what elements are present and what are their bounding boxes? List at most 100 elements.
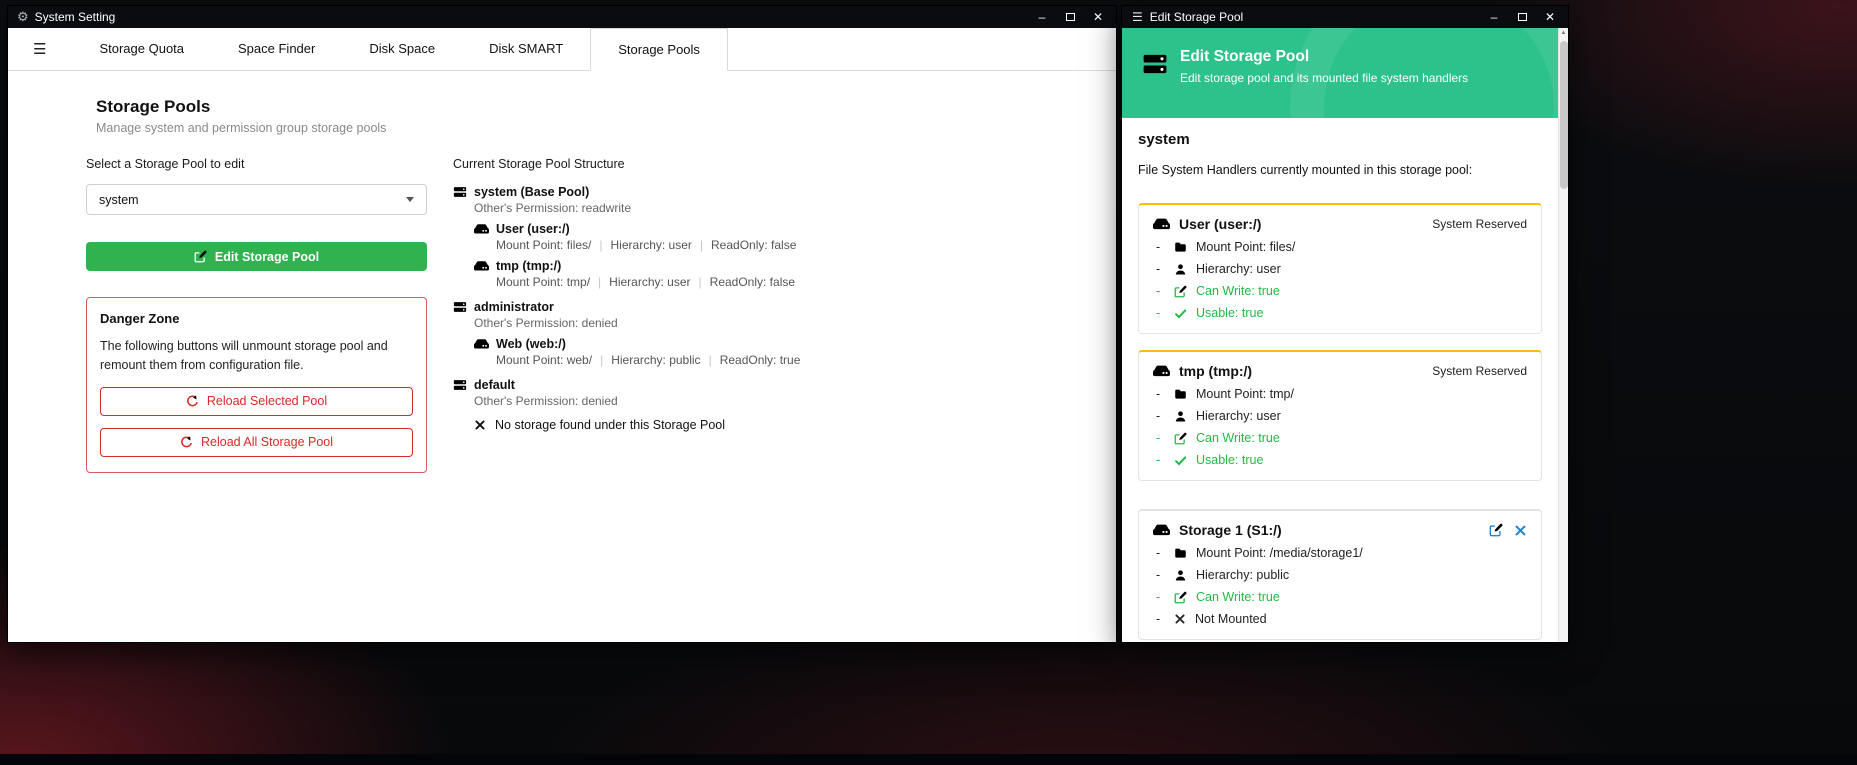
- main-titlebar[interactable]: ⚙ System Setting – ✕: [8, 6, 1116, 28]
- edit-icon: [1174, 285, 1187, 298]
- pool-name: default: [474, 378, 515, 392]
- handler-can-write: Can Write: true: [1156, 590, 1527, 604]
- storage-name: User (user:/): [496, 222, 570, 236]
- edit-storage-pool-window: ☰ Edit Storage Pool – ✕ Edit Storage Poo…: [1122, 6, 1568, 642]
- storage-entry: Web (web:/) Mount Point: web/Hierarchy: …: [474, 337, 1116, 367]
- system-reserved-badge: System Reserved: [1432, 364, 1527, 378]
- refresh-icon: [186, 395, 199, 408]
- hdd-icon: [1153, 217, 1170, 231]
- system-setting-window: ⚙ System Setting – ✕ ☰ Storage Quota Spa…: [8, 6, 1116, 642]
- close-button[interactable]: ✕: [1536, 6, 1564, 28]
- settings-tabbar: ☰ Storage Quota Space Finder Disk Space …: [8, 28, 1116, 71]
- storage-entry: User (user:/) Mount Point: files/Hierarc…: [474, 222, 1116, 252]
- danger-zone-card: Danger Zone The following buttons will u…: [86, 297, 427, 473]
- pool-name-heading: system: [1138, 131, 1542, 148]
- reload-selected-pool-button[interactable]: Reload Selected Pool: [100, 387, 413, 416]
- storage-mount: Mount Point: web/: [496, 353, 592, 367]
- handler-can-write: Can Write: true: [1156, 431, 1527, 445]
- user-icon: [1174, 569, 1187, 582]
- pool-group-system: system (Base Pool) Other's Permission: r…: [453, 185, 1116, 289]
- folder-icon: [1174, 547, 1187, 560]
- menu-icon: ☰: [1132, 10, 1143, 24]
- banner-subtitle: Edit storage pool and its mounted file s…: [1180, 71, 1468, 85]
- storage-mount: Mount Point: files/: [496, 238, 591, 252]
- danger-zone-title: Danger Zone: [100, 311, 413, 326]
- server-icon: [453, 300, 467, 314]
- tab-storage-pools[interactable]: Storage Pools: [590, 28, 728, 71]
- edit-icon: [1174, 591, 1187, 604]
- selected-pool-value: system: [99, 193, 139, 207]
- pool-name: administrator: [474, 300, 554, 314]
- close-button[interactable]: ✕: [1084, 6, 1112, 28]
- hdd-icon: [474, 338, 489, 350]
- fs-handler-card-storage1: Storage 1 (S1:/) Mount Point: /media/sto…: [1138, 509, 1542, 640]
- scrollbar-thumb[interactable]: [1560, 41, 1568, 189]
- handler-hierarchy: Hierarchy: user: [1156, 409, 1527, 423]
- handler-mount-point: Mount Point: tmp/: [1156, 387, 1527, 401]
- pool-name: system (Base Pool): [474, 185, 589, 199]
- storage-readonly: ReadOnly: true: [720, 353, 801, 367]
- handler-can-write: Can Write: true: [1156, 284, 1527, 298]
- window-title: System Setting: [35, 10, 116, 24]
- storage-pool-select[interactable]: system: [86, 184, 427, 215]
- maximize-icon: [1066, 13, 1075, 21]
- edit-pool-banner: Edit Storage Pool Edit storage pool and …: [1122, 28, 1558, 118]
- storage-hierarchy: Hierarchy: public: [611, 353, 700, 367]
- handler-mount-point: Mount Point: /media/storage1/: [1156, 546, 1527, 560]
- maximize-button[interactable]: [1508, 6, 1536, 28]
- tab-disk-space[interactable]: Disk Space: [342, 28, 462, 70]
- refresh-icon: [180, 436, 193, 449]
- user-icon: [1174, 263, 1187, 276]
- reload-all-pool-button[interactable]: Reload All Storage Pool: [100, 428, 413, 457]
- pool-permission: Other's Permission: denied: [474, 394, 1116, 408]
- handler-not-mounted: Not Mounted: [1156, 612, 1527, 626]
- fs-handler-card-tmp: tmp (tmp:/) System Reserved Mount Point:…: [1138, 350, 1542, 481]
- edit-handler-icon[interactable]: [1489, 523, 1503, 537]
- pool-permission: Other's Permission: readwrite: [474, 201, 1116, 215]
- maximize-button[interactable]: [1056, 6, 1084, 28]
- times-icon: [474, 419, 486, 431]
- folder-icon: [1174, 388, 1187, 401]
- hdd-icon: [474, 223, 489, 235]
- maximize-icon: [1518, 13, 1527, 21]
- gear-icon: ⚙: [17, 9, 29, 25]
- folder-icon: [1174, 241, 1187, 254]
- tab-storage-quota[interactable]: Storage Quota: [72, 28, 211, 70]
- handler-title: Storage 1 (S1:/): [1179, 522, 1282, 538]
- check-icon: [1174, 454, 1187, 467]
- tab-space-finder[interactable]: Space Finder: [211, 28, 342, 70]
- edit-titlebar[interactable]: ☰ Edit Storage Pool – ✕: [1122, 6, 1568, 28]
- check-icon: [1174, 307, 1187, 320]
- scroll-up-icon[interactable]: ▲: [1559, 28, 1568, 39]
- server-icon: [453, 185, 467, 199]
- tab-disk-smart[interactable]: Disk SMART: [462, 28, 590, 70]
- minimize-button[interactable]: –: [1480, 6, 1508, 28]
- handler-hierarchy: Hierarchy: user: [1156, 262, 1527, 276]
- hamburger-menu-icon[interactable]: ☰: [33, 40, 46, 58]
- edit-window-scrollbar[interactable]: ▲: [1558, 28, 1568, 642]
- taskbar: [0, 754, 1857, 765]
- page-subtitle: Manage system and permission group stora…: [96, 121, 1116, 135]
- remove-handler-icon[interactable]: [1514, 524, 1527, 537]
- storage-readonly: ReadOnly: false: [710, 275, 795, 289]
- handler-usable: Usable: true: [1156, 306, 1527, 320]
- storage-mount: Mount Point: tmp/: [496, 275, 590, 289]
- storage-hierarchy: Hierarchy: user: [609, 275, 690, 289]
- handler-usable: Usable: true: [1156, 453, 1527, 467]
- pool-group-administrator: administrator Other's Permission: denied…: [453, 300, 1116, 367]
- user-icon: [1174, 410, 1187, 423]
- hdd-icon: [474, 260, 489, 272]
- server-icon: [1142, 51, 1168, 77]
- structure-label: Current Storage Pool Structure: [453, 157, 1116, 171]
- storage-name: Web (web:/): [496, 337, 566, 351]
- empty-pool-message: No storage found under this Storage Pool: [474, 418, 1116, 432]
- handler-title: tmp (tmp:/): [1179, 363, 1252, 379]
- storage-pools-page: Storage Pools Manage system and permissi…: [8, 71, 1116, 642]
- times-icon: [1174, 613, 1186, 625]
- system-reserved-badge: System Reserved: [1432, 217, 1527, 231]
- handler-title: User (user:/): [1179, 216, 1261, 232]
- page-title: Storage Pools: [96, 97, 1116, 117]
- edit-storage-pool-button[interactable]: Edit Storage Pool: [86, 242, 427, 271]
- handlers-description: File System Handlers currently mounted i…: [1138, 163, 1542, 177]
- minimize-button[interactable]: –: [1028, 6, 1056, 28]
